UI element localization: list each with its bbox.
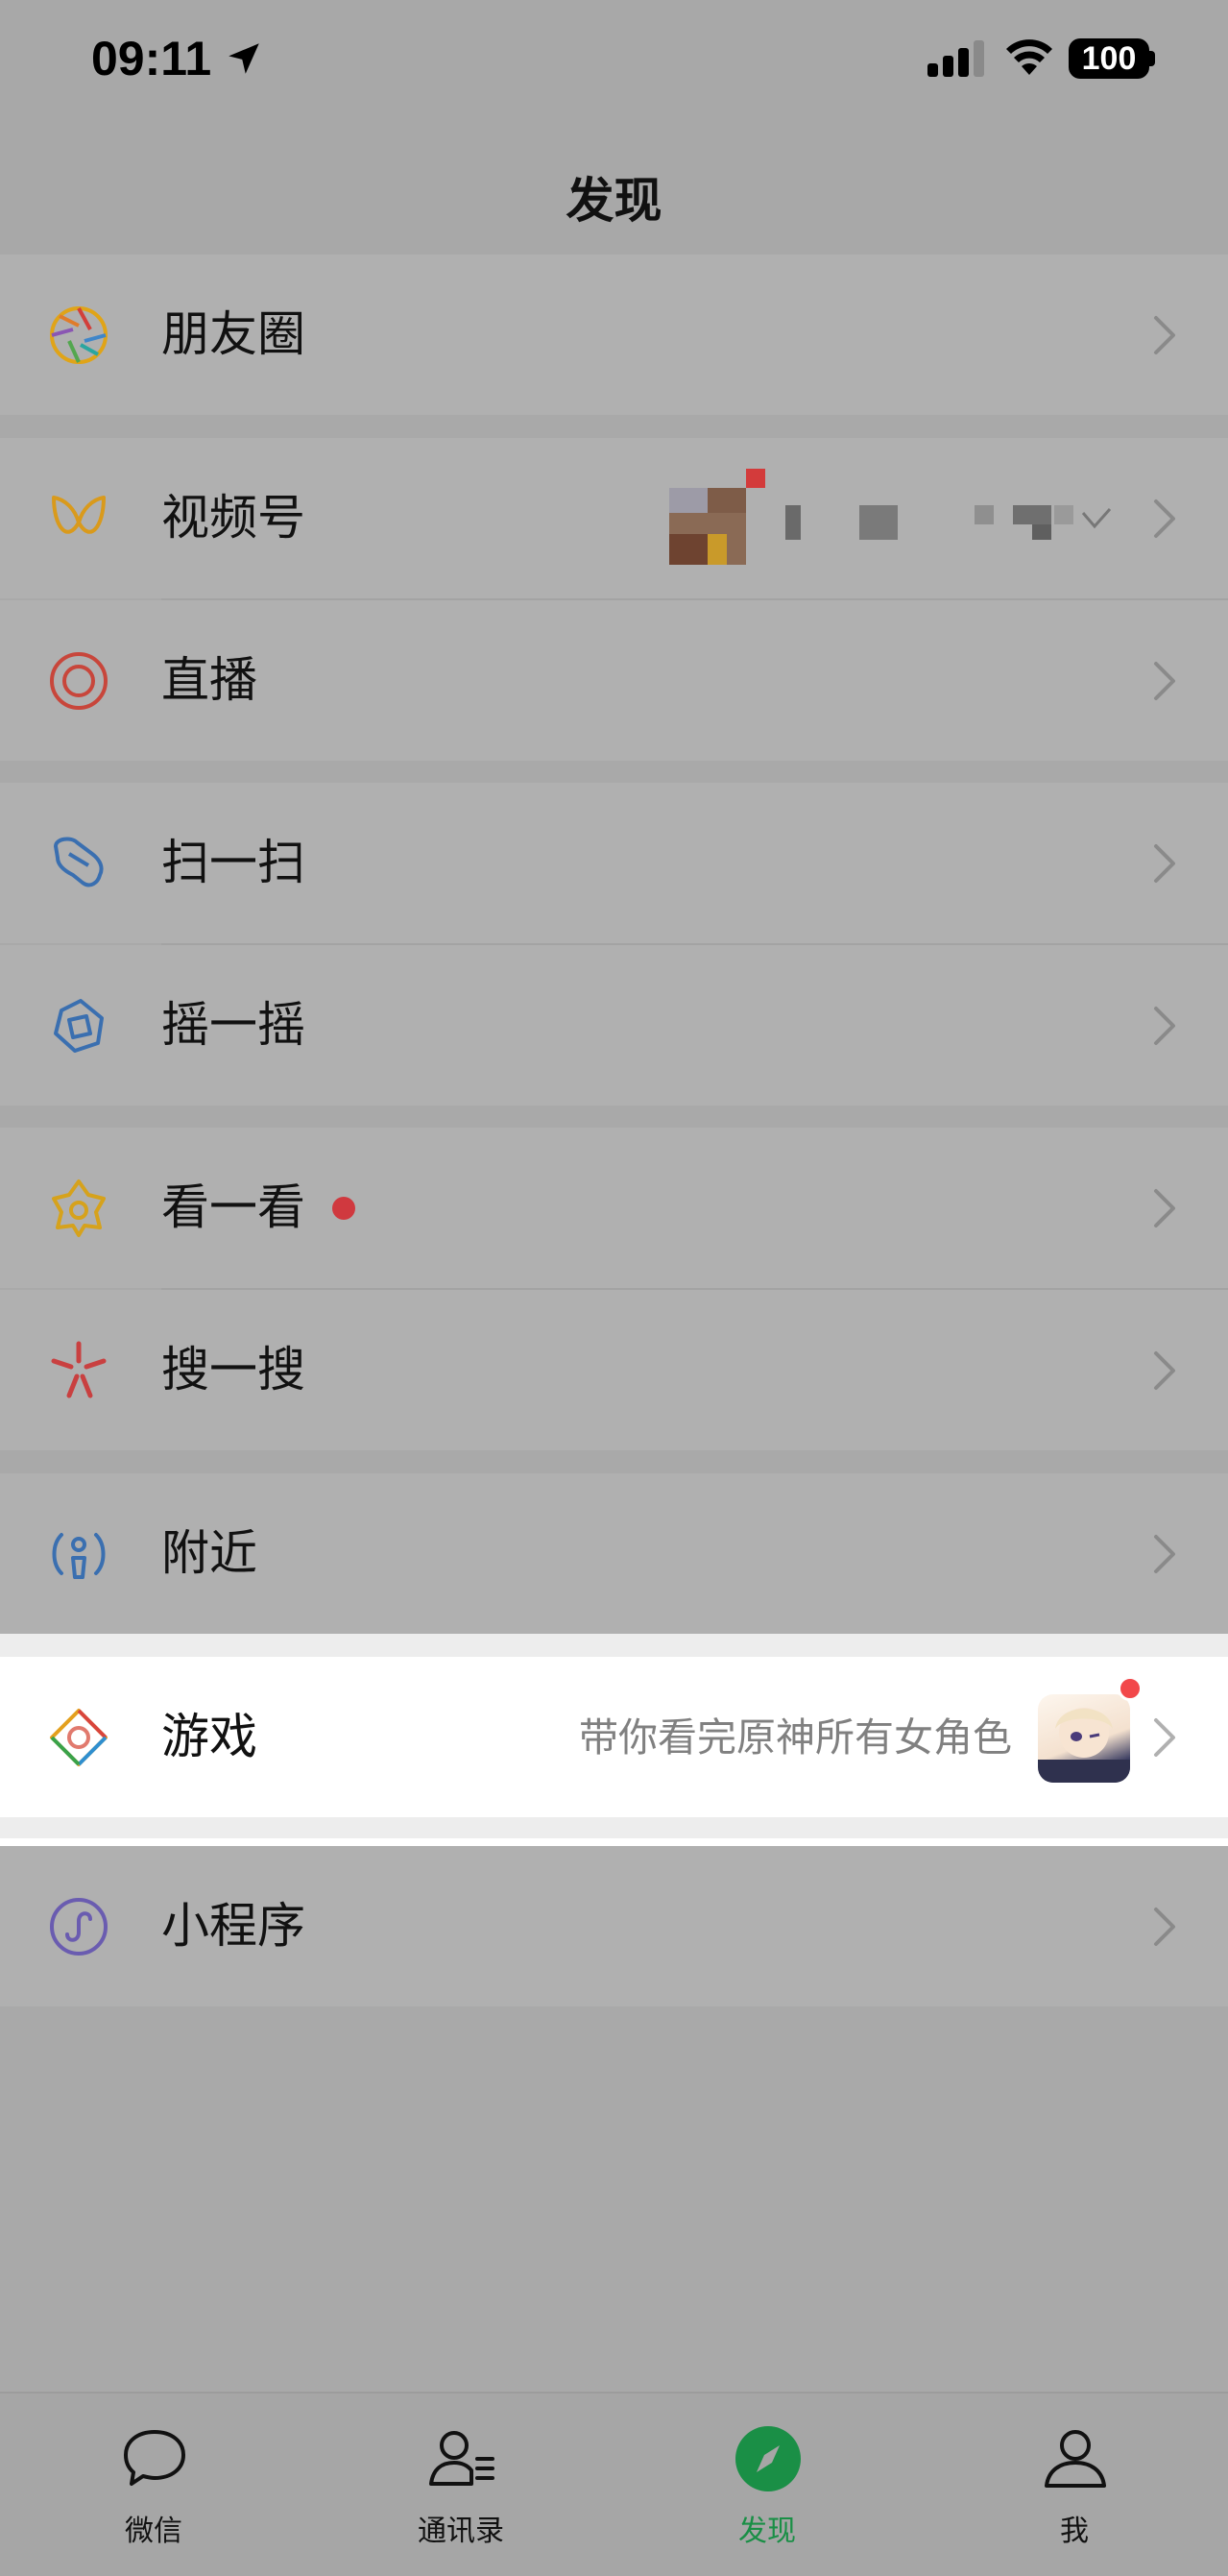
menu-item-moments[interactable]: 朋友圈 — [0, 255, 1228, 415]
tab-label: 我 — [1060, 2515, 1089, 2548]
games-notification-dot — [1118, 1676, 1143, 1701]
menu-item-nearby[interactable]: 附近 — [0, 1473, 1228, 1634]
battery-tip — [1149, 51, 1155, 66]
section-edge — [0, 1838, 1228, 1846]
menu-item-label: 小程序 — [161, 1898, 305, 1954]
menu-item-label: 扫一扫 — [161, 835, 305, 890]
nav-bar: 发现 — [0, 120, 1228, 255]
menu-item-scan[interactable]: 扫一扫 — [0, 783, 1228, 943]
menu-item-top-stories[interactable]: 看一看 — [0, 1128, 1228, 1288]
chevron-right-icon — [1154, 1189, 1175, 1227]
menu-item-label: 直播 — [161, 652, 257, 708]
menu-item-live[interactable]: 直播 — [0, 600, 1228, 761]
games-promo-subtitle: 带你看完原神所有女角色 — [579, 1714, 1012, 1761]
moments-aperture-icon — [50, 306, 108, 364]
me-person-icon — [1045, 2430, 1106, 2488]
tab-chats[interactable]: 微信 — [0, 2394, 307, 2576]
chevron-right-icon — [1154, 1718, 1175, 1757]
battery-icon: 100 — [1069, 38, 1149, 79]
section-gap-light — [0, 1817, 1228, 1838]
menu-item-label: 摇一摇 — [161, 997, 305, 1053]
scan-icon — [54, 837, 104, 887]
mini-programs-icon — [50, 1898, 108, 1956]
cellular-signal-icon — [927, 40, 984, 77]
menu-item-label: 看一看 — [161, 1179, 305, 1235]
menu-item-mini-programs[interactable]: 小程序 — [0, 1846, 1228, 2006]
menu-item-games[interactable]: 游戏 带你看完原神所有女角色 — [0, 1657, 1228, 1817]
menu-item-shake[interactable]: 摇一摇 — [0, 945, 1228, 1106]
game-thumbnail — [1038, 1694, 1130, 1783]
tab-contacts[interactable]: 通讯录 — [307, 2394, 614, 2576]
section-gap-light — [0, 1634, 1228, 1657]
games-icon — [50, 1709, 108, 1766]
tab-label: 微信 — [125, 2515, 182, 2548]
chevron-right-icon — [1154, 1351, 1175, 1390]
status-time: 09:11 — [91, 32, 212, 85]
notification-dot — [332, 1197, 355, 1220]
tab-me[interactable]: 我 — [921, 2394, 1228, 2576]
menu-item-label: 搜一搜 — [161, 1342, 305, 1397]
chevron-right-icon — [1154, 1007, 1175, 1045]
chat-bubble-icon — [124, 2430, 185, 2486]
chevron-right-icon — [1154, 1535, 1175, 1573]
top-stories-icon — [52, 1179, 106, 1237]
tab-discover[interactable]: 发现 — [614, 2394, 921, 2576]
tab-bar: 微信 通讯录 发现 我 — [0, 2392, 1228, 2576]
menu-item-label: 视频号 — [161, 490, 305, 546]
contacts-icon — [429, 2431, 494, 2486]
menu-item-label: 附近 — [161, 1525, 257, 1581]
channels-icon — [52, 496, 106, 534]
chevron-right-icon — [1154, 1908, 1175, 1946]
chevron-right-icon — [1154, 662, 1175, 700]
menu-item-label: 朋友圈 — [161, 306, 305, 362]
page-title: 发现 — [566, 173, 662, 229]
tab-label: 发现 — [738, 2515, 796, 2548]
search-icon — [51, 1341, 107, 1398]
tab-label: 通讯录 — [418, 2515, 504, 2548]
chevron-right-icon — [1154, 844, 1175, 883]
wifi-icon — [1006, 39, 1052, 75]
nearby-icon — [52, 1533, 106, 1579]
refresh-mark-icon — [1081, 508, 1112, 529]
menu-item-channels[interactable]: 视频号 — [0, 438, 1228, 598]
menu-item-label: 游戏 — [161, 1709, 257, 1764]
live-icon — [50, 652, 108, 710]
location-arrow-icon — [229, 43, 259, 74]
status-bar: 09:11 100 — [0, 0, 1228, 120]
discover-compass-icon — [735, 2426, 801, 2491]
chevron-right-icon — [1154, 499, 1175, 538]
shake-icon — [54, 999, 104, 1053]
menu-item-search[interactable]: 搜一搜 — [0, 1290, 1228, 1450]
chevron-right-icon — [1154, 316, 1175, 354]
